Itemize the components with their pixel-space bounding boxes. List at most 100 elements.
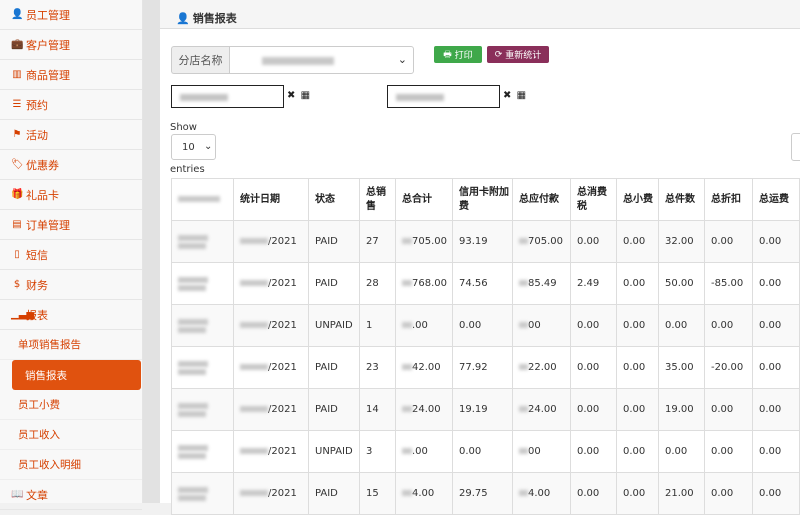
sidebar-item-user[interactable]: 👤 员工管理 — [0, 0, 142, 30]
cell-count: 14 — [359, 388, 396, 431]
print-button[interactable]: 🖶 打印 — [434, 46, 482, 63]
store-select[interactable]: ⌄ — [229, 46, 414, 74]
table-row[interactable]: /2021 PAID 14 24.00 19.19 24.00 0.00 0.00 19.00 0… — [171, 388, 800, 431]
gutter — [143, 0, 160, 503]
sidebar-item-mobile[interactable]: ▯ 短信 — [0, 240, 142, 270]
sidebar-item-label: 预约 — [26, 98, 48, 112]
sidebar-item-label: 短信 — [26, 248, 48, 262]
sidebar-item-gift[interactable]: 🎁 礼品卡 — [0, 180, 142, 210]
column-header[interactable]: 统计日期 — [233, 178, 309, 221]
column-header[interactable]: 总应付款 — [512, 178, 571, 221]
show-label: Show — [170, 122, 197, 133]
column-header[interactable]: 总合计 — [395, 178, 453, 221]
cell-tax: 2.49 — [570, 262, 617, 305]
cell-payable: 00 — [512, 304, 571, 347]
sidebar-item-label: 礼品卡 — [26, 188, 59, 202]
column-header[interactable] — [171, 178, 234, 221]
search-input[interactable] — [791, 133, 800, 161]
sidebar-item-label: 财务 — [26, 278, 48, 292]
cell-count: 23 — [359, 346, 396, 389]
flag-icon: ⚑ — [12, 129, 22, 140]
cell-status: UNPAID — [308, 304, 360, 347]
cell-count: 15 — [359, 472, 396, 515]
column-header[interactable]: 总运费 — [752, 178, 800, 221]
start-date-controls[interactable]: ✖ ▦ — [287, 90, 311, 101]
sidebar-subitem[interactable]: 员工收入明细 — [0, 450, 142, 480]
tag-icon: 🏷 — [11, 159, 24, 170]
store-cell — [171, 220, 234, 263]
column-header[interactable]: 总消费税 — [570, 178, 617, 221]
table-row[interactable]: /2021 PAID 28 768.00 74.56 85.49 2.49 0.00 50.00… — [171, 262, 800, 305]
cell-payable: 22.00 — [512, 346, 571, 389]
sidebar-item-flag[interactable]: ⚑ 活动 — [0, 120, 142, 150]
calendar-icon[interactable]: ▦ — [301, 90, 311, 101]
table-row[interactable]: /2021 PAID 27 705.00 93.19 705.00 0.00 0.00 32.0… — [171, 220, 800, 263]
cell-surcharge: 0.00 — [452, 304, 513, 347]
end-date-input[interactable] — [387, 85, 500, 108]
cell-tax: 0.00 — [570, 220, 617, 263]
clear-icon[interactable]: ✖ — [503, 90, 512, 101]
cell-pieces: 19.00 — [658, 388, 705, 431]
cell-surcharge: 77.92 — [452, 346, 513, 389]
order-icon: ▤ — [12, 219, 22, 230]
table-row[interactable]: /2021 UNPAID 1.00 0.00 00 0.00 0.00 0.00 0.00 0.0… — [171, 304, 800, 347]
sidebar-item-label: 文章 — [26, 488, 48, 502]
clear-icon[interactable]: ✖ — [287, 90, 296, 101]
table-row[interactable]: /2021 PAID 23 42.00 77.92 22.00 0.00 0.00 35.00-… — [171, 346, 800, 389]
cell-payable: 00 — [512, 430, 571, 473]
cell-discount: 0.00 — [704, 430, 753, 473]
cell-date: /2021 — [233, 304, 309, 347]
table-header-row: 统计日期 状态 总销售 总合计 信用卡附加费 总应付款 总消费税 总小费 总件数 总折扣 总运费 — [171, 178, 800, 221]
store-cell — [171, 262, 234, 305]
sidebar-item-tag[interactable]: 🏷 优惠券 — [0, 150, 142, 180]
sidebar-item-signal[interactable]: ▁▃▅ 报表 — [0, 300, 142, 330]
sidebar-item-book[interactable]: 📖 文章 — [0, 480, 142, 510]
recalculate-button[interactable]: ⟳ 重新统计 — [487, 46, 549, 63]
column-header[interactable]: 总销售 — [359, 178, 396, 221]
dollar-icon: $ — [13, 279, 21, 290]
cell-tip: 0.00 — [616, 388, 659, 431]
calendar-icon[interactable]: ▦ — [517, 90, 527, 101]
column-header[interactable]: 状态 — [308, 178, 360, 221]
sidebar-item-order[interactable]: ▤ 订单管理 — [0, 210, 142, 240]
cell-tax: 0.00 — [570, 304, 617, 347]
table-row[interactable]: /2021 PAID 15 4.00 29.75 4.00 0.00 0.00 21.00 0.0… — [171, 472, 800, 515]
barcode-icon: ▥ — [12, 69, 22, 80]
sidebar-item-briefcase[interactable]: 💼 客户管理 — [0, 30, 142, 60]
cell-date: /2021 — [233, 220, 309, 263]
gift-icon: 🎁 — [11, 189, 24, 200]
sidebar-subitem[interactable]: 员工小费 — [0, 390, 142, 420]
cell-tip: 0.00 — [616, 430, 659, 473]
page-size-select[interactable]: 10 ⌄ — [171, 134, 216, 160]
cell-shipping: 0.00 — [752, 262, 800, 305]
cell-tip: 0.00 — [616, 472, 659, 515]
sidebar-item-list[interactable]: ☰ 预约 — [0, 90, 142, 120]
column-header[interactable]: 总折扣 — [704, 178, 753, 221]
column-header[interactable]: 总小费 — [616, 178, 659, 221]
cell-status: PAID — [308, 388, 360, 431]
entries-label: entries — [170, 164, 205, 175]
cell-payable: 24.00 — [512, 388, 571, 431]
cell-count: 1 — [359, 304, 396, 347]
user-icon: 👤 — [176, 12, 190, 25]
cell-discount: 0.00 — [704, 388, 753, 431]
table-row[interactable]: /2021 UNPAID 3.00 0.00 00 0.00 0.00 0.00 0.00 0.0… — [171, 430, 800, 473]
store-cell — [171, 388, 234, 431]
sidebar-subitem[interactable]: 员工收入 — [0, 420, 142, 450]
column-header[interactable]: 总件数 — [658, 178, 705, 221]
sidebar-subitem[interactable]: 单项销售报告 — [0, 330, 142, 360]
end-date-controls[interactable]: ✖ ▦ — [503, 90, 527, 101]
sidebar-item-barcode[interactable]: ▥ 商品管理 — [0, 60, 142, 90]
cell-discount: -85.00 — [704, 262, 753, 305]
sidebar-subitem[interactable]: 销售报表 — [12, 360, 141, 390]
column-header[interactable]: 信用卡附加费 — [452, 178, 513, 221]
cell-total: .00 — [395, 430, 453, 473]
chevron-down-icon: ⌄ — [204, 141, 213, 152]
cell-surcharge: 0.00 — [452, 430, 513, 473]
cell-total: 42.00 — [395, 346, 453, 389]
start-date-input[interactable] — [171, 85, 284, 108]
sidebar-item-dollar[interactable]: $ 财务 — [0, 270, 142, 300]
cell-status: PAID — [308, 220, 360, 263]
main-panel: 👤 销售报表 分店名称 ⌄ 🖶 打印 ⟳ 重新统计 ✖ ▦ ✖ ▦ Show 10… — [160, 0, 800, 515]
cell-status: UNPAID — [308, 430, 360, 473]
